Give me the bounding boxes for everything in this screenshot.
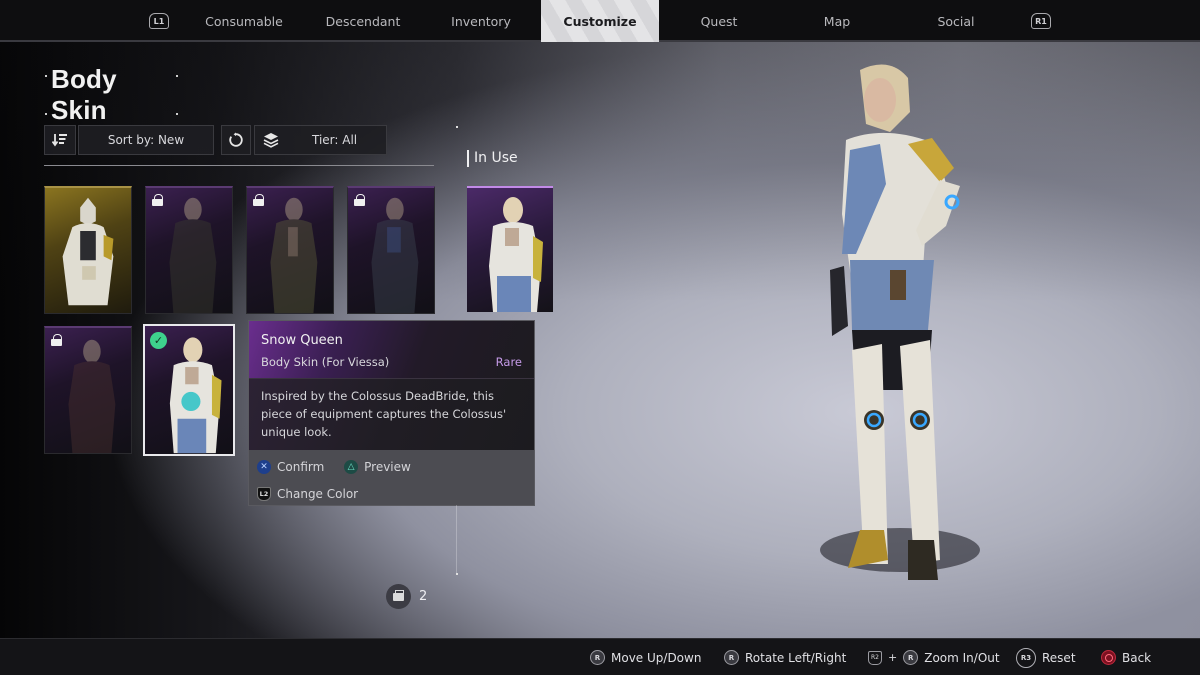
sort-dropdown[interactable]: Sort by: New [78,125,214,155]
hint-label: Move Up/Down [611,650,702,665]
confirm-button[interactable]: ✕ Confirm [257,456,324,478]
skin-description: Inspired by the Colossus DeadBride, this… [249,379,534,450]
right-stick-icon: R [903,650,919,665]
tier-label: Tier: All [312,133,358,147]
skin-thumbnail-red-dark [68,339,116,453]
lock-icon [152,194,163,206]
change-color-button[interactable]: L2 Change Color [257,483,358,505]
in-use-label: In Use [467,150,518,167]
right-stick-icon: R [590,650,605,665]
cross-button-icon: ✕ [257,460,271,474]
r3-button-icon: R3 [1016,647,1036,668]
refresh-icon [229,132,243,147]
tab-customize[interactable]: Customize [541,0,659,42]
hint-zoom[interactable]: R2 + R Zoom In/Out [868,639,1000,675]
page-title-box: Body Skin [45,64,178,125]
skin-card-selected[interactable]: ✓ [143,324,235,456]
hint-label: Back [1122,650,1152,665]
skin-name: Snow Queen [261,333,343,348]
top-navigation: L1 Consumable Descendant Inventory Custo… [0,0,1200,42]
lock-icon [354,194,365,206]
circle-button-icon [1101,650,1116,665]
tab-quest[interactable]: Quest [660,0,778,42]
sort-label: Sort by: New [107,133,185,147]
sort-order-button[interactable] [44,125,76,155]
inventory-counter: 2 [386,584,427,609]
plus-icon: + [888,651,898,664]
character-model-viessa[interactable] [790,60,1010,620]
skin-thumbnail-gold-helmet [62,197,114,306]
decorative-dot [456,126,458,128]
l1-bumper-icon[interactable]: L1 [149,13,169,29]
tab-consumable[interactable]: Consumable [185,0,303,42]
skin-card[interactable] [44,186,132,314]
tier-dropdown[interactable]: Tier: All [254,125,387,155]
confirm-label: Confirm [277,460,325,474]
tab-inventory[interactable]: Inventory [422,0,540,42]
r1-bumper-icon[interactable]: R1 [1031,13,1051,29]
tab-social[interactable]: Social [897,0,1015,42]
decorative-dot [456,573,458,575]
skin-card[interactable] [246,186,334,314]
in-use-skin-thumbnail [489,197,543,312]
tab-map[interactable]: Map [778,0,896,42]
skin-detail-tooltip: Snow Queen Body Skin (For Viessa) Rare I… [248,320,535,506]
page-title: Body Skin [51,64,117,125]
skin-thumbnail-olive [270,197,318,313]
tab-descendant[interactable]: Descendant [304,0,422,42]
preview-button[interactable]: △ Preview [344,456,411,478]
layers-icon [263,133,279,148]
reset-filter-button[interactable] [221,125,251,155]
skin-card[interactable] [347,186,435,314]
rarity-badge: Rare [495,355,522,369]
l2-trigger-icon: L2 [257,487,271,501]
skin-thumbnail-blue-dark [371,197,419,313]
hint-move-up-down[interactable]: R Move Up/Down [590,639,701,675]
skin-card[interactable] [145,186,233,314]
equipped-check-icon: ✓ [150,332,167,349]
lock-icon [253,194,264,206]
triangle-button-icon: △ [344,460,359,474]
in-use-skin-card[interactable] [467,186,553,312]
skin-type: Body Skin (For Viessa) [261,355,390,369]
hint-label: Zoom In/Out [924,650,1000,665]
inventory-box-icon [386,584,411,609]
hint-reset[interactable]: R3 Reset [1016,639,1076,675]
lock-icon [51,334,62,346]
skin-card[interactable] [44,326,132,454]
hint-back[interactable]: Back [1101,639,1151,675]
hint-label: Reset [1042,650,1076,665]
bottom-hint-bar: R Move Up/Down R Rotate Left/Right R2 + … [0,638,1200,675]
hint-label: Rotate Left/Right [745,650,847,665]
skin-thumbnail-dark [169,197,217,313]
right-stick-icon: R [724,650,739,665]
section-divider [44,165,434,166]
change-color-label: Change Color [277,487,359,501]
r2-trigger-icon: R2 [868,650,882,665]
preview-label: Preview [364,460,411,474]
sort-descending-icon [52,134,67,147]
hint-rotate[interactable]: R Rotate Left/Right [724,639,846,675]
decorative-divider [456,505,457,575]
inventory-count: 2 [419,589,428,604]
